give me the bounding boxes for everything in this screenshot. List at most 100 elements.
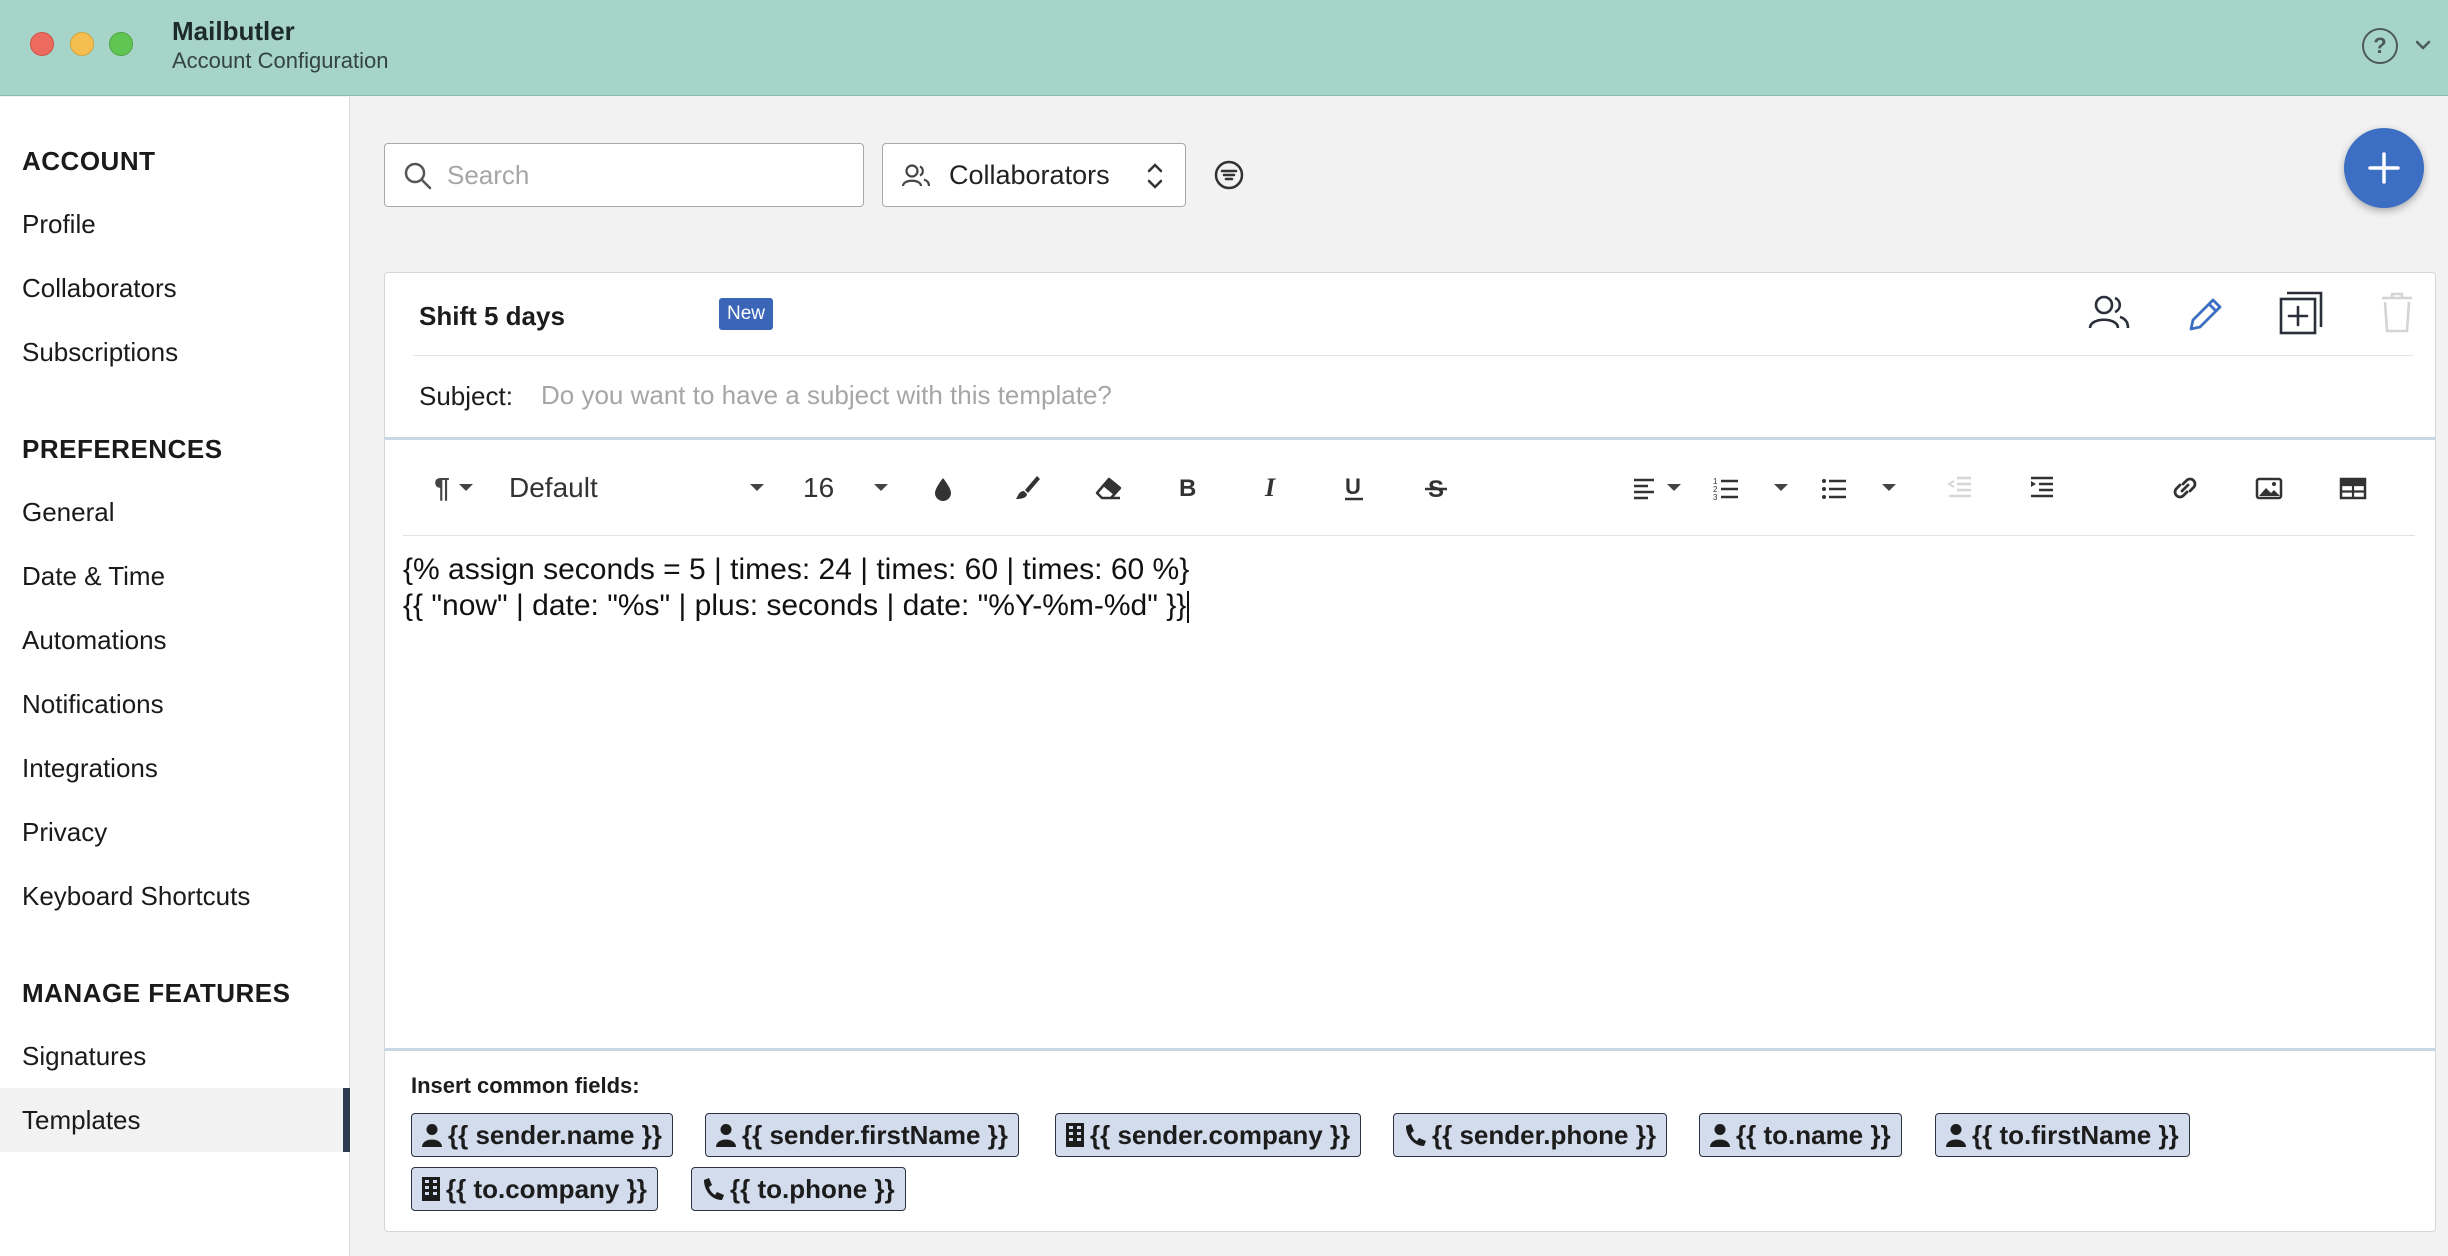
link-icon[interactable] xyxy=(2171,470,2199,506)
collaborators-icon[interactable] xyxy=(2087,291,2131,335)
sidebar-item-subscriptions[interactable]: Subscriptions xyxy=(0,320,350,384)
field-chip-sender-firstname[interactable]: {{ sender.firstName }} xyxy=(705,1113,1019,1157)
outdent-icon[interactable] xyxy=(1947,470,1973,506)
field-chip-label: {{ to.phone }} xyxy=(730,1173,895,1204)
field-chip-label: {{ sender.company }} xyxy=(1090,1119,1351,1150)
field-chip-sender-phone[interactable]: {{ sender.phone }} xyxy=(1393,1113,1667,1157)
table-icon[interactable] xyxy=(2339,470,2367,506)
chevron-down-icon[interactable] xyxy=(2412,34,2434,56)
font-size-dropdown[interactable]: 16 xyxy=(803,470,889,506)
sidebar-item-keyboard-shortcuts[interactable]: Keyboard Shortcuts xyxy=(0,864,350,928)
person-icon xyxy=(422,1124,442,1147)
editor-line: {% assign seconds = 5 | times: 24 | time… xyxy=(403,553,1190,586)
minimize-window-button[interactable] xyxy=(70,32,94,56)
field-chip-sender-company[interactable]: {{ sender.company }} xyxy=(1055,1113,1362,1157)
image-icon[interactable] xyxy=(2255,470,2283,506)
help-icon[interactable]: ? xyxy=(2362,28,2398,64)
editor-toolbar: ¶ Default 16 B I U S 123 xyxy=(385,440,2435,536)
align-left-icon xyxy=(1634,478,1654,500)
indent-icon[interactable] xyxy=(2029,470,2055,506)
zoom-window-button[interactable] xyxy=(109,32,133,56)
sidebar: ACCOUNT Profile Collaborators Subscripti… xyxy=(0,97,350,1256)
section-heading-preferences: PREFERENCES xyxy=(22,434,223,464)
field-chip-label: {{ to.name }} xyxy=(1736,1119,1891,1150)
collaborators-select-label: Collaborators xyxy=(949,160,1110,190)
collaborators-select[interactable]: Collaborators xyxy=(882,143,1186,207)
section-heading-account: ACCOUNT xyxy=(22,146,156,176)
person-icon xyxy=(1710,1124,1730,1147)
svg-text:B: B xyxy=(1179,475,1196,502)
person-icon xyxy=(716,1124,736,1147)
ordered-list-icon: 123 xyxy=(1713,477,1738,501)
field-chip-to-name[interactable]: {{ to.name }} xyxy=(1699,1113,1902,1157)
filter-icon[interactable] xyxy=(1213,159,1245,191)
text-cursor xyxy=(1187,591,1190,624)
plus-icon xyxy=(2368,152,2400,184)
close-window-button[interactable] xyxy=(30,32,54,56)
underline-icon[interactable]: U xyxy=(1341,470,1367,506)
italic-icon[interactable]: I xyxy=(1259,470,1283,506)
sidebar-item-date-time[interactable]: Date & Time xyxy=(0,544,350,608)
people-icon xyxy=(901,164,931,187)
subject-input[interactable] xyxy=(541,373,2401,417)
highlight-icon[interactable] xyxy=(1013,470,1041,506)
sidebar-item-collaborators[interactable]: Collaborators xyxy=(0,256,350,320)
caret-down-icon xyxy=(458,484,473,491)
caret-down-icon xyxy=(1667,484,1681,491)
phone-icon xyxy=(704,1178,724,1200)
title-bar: Mailbutler Account Configuration ? xyxy=(0,0,2448,96)
sidebar-item-signatures[interactable]: Signatures xyxy=(0,1024,350,1088)
search-icon xyxy=(404,162,432,190)
caret-down-icon xyxy=(1774,484,1788,491)
sidebar-item-notifications[interactable]: Notifications xyxy=(0,672,350,736)
unordered-list-dropdown[interactable] xyxy=(1821,470,1897,506)
sidebar-item-privacy[interactable]: Privacy xyxy=(0,800,350,864)
caret-down-icon xyxy=(1882,484,1896,491)
sidebar-item-automations[interactable]: Automations xyxy=(0,608,350,672)
bold-icon[interactable]: B xyxy=(1175,470,1199,506)
editor-content[interactable]: {% assign seconds = 5 | times: 24 | time… xyxy=(403,552,1189,624)
caret-down-icon xyxy=(874,484,888,491)
search-input[interactable] xyxy=(447,154,847,196)
toolbar-divider xyxy=(403,535,2415,536)
strikethrough-icon[interactable]: S xyxy=(1423,470,1449,506)
header-divider xyxy=(413,355,2413,356)
app-title: Mailbutler xyxy=(172,16,295,46)
add-template-button[interactable] xyxy=(2344,128,2424,208)
common-fields-label: Insert common fields: xyxy=(411,1073,640,1098)
field-chip-to-phone[interactable]: {{ to.phone }} xyxy=(691,1167,906,1211)
phone-icon xyxy=(1406,1124,1426,1146)
field-chip-sender-name[interactable]: {{ sender.name }} xyxy=(411,1113,673,1157)
ordered-list-dropdown[interactable]: 123 xyxy=(1713,470,1789,506)
template-name[interactable]: Shift 5 days xyxy=(419,301,565,332)
paragraph-icon: ¶ xyxy=(434,472,450,503)
pencil-icon[interactable] xyxy=(2185,291,2225,335)
field-chip-label: {{ to.firstName }} xyxy=(1972,1119,2179,1150)
font-family-value: Default xyxy=(509,472,598,503)
building-icon xyxy=(422,1177,440,1201)
duplicate-icon[interactable] xyxy=(2279,291,2323,335)
sidebar-item-templates[interactable]: Templates xyxy=(0,1088,350,1152)
sidebar-item-general[interactable]: General xyxy=(0,480,350,544)
updown-chevron-icon xyxy=(1147,163,1163,189)
field-chip-label: {{ to.company }} xyxy=(446,1173,647,1204)
section-heading-manage-features: MANAGE FEATURES xyxy=(22,978,291,1008)
font-size-value: 16 xyxy=(803,472,835,503)
building-icon xyxy=(1066,1123,1084,1147)
font-family-dropdown[interactable]: Default xyxy=(509,470,765,506)
field-chip-to-firstname[interactable]: {{ to.firstName }} xyxy=(1935,1113,2190,1157)
caret-down-icon xyxy=(750,484,764,491)
eraser-icon[interactable] xyxy=(1093,470,1123,506)
svg-text:U: U xyxy=(1345,474,1361,499)
trash-icon[interactable] xyxy=(2379,291,2415,335)
align-dropdown[interactable] xyxy=(1625,470,1689,506)
field-chip-to-company[interactable]: {{ to.company }} xyxy=(411,1167,658,1211)
sidebar-item-profile[interactable]: Profile xyxy=(0,192,350,256)
new-badge: New xyxy=(719,298,774,330)
paragraph-format-dropdown[interactable]: ¶ xyxy=(431,470,477,506)
text-color-icon[interactable] xyxy=(931,470,955,506)
template-editor: ¶ Default 16 B I U S 123 {% assign secon… xyxy=(385,437,2435,1051)
app-subtitle: Account Configuration xyxy=(172,48,389,73)
sidebar-item-integrations[interactable]: Integrations xyxy=(0,736,350,800)
field-chip-label: {{ sender.name }} xyxy=(448,1119,662,1150)
